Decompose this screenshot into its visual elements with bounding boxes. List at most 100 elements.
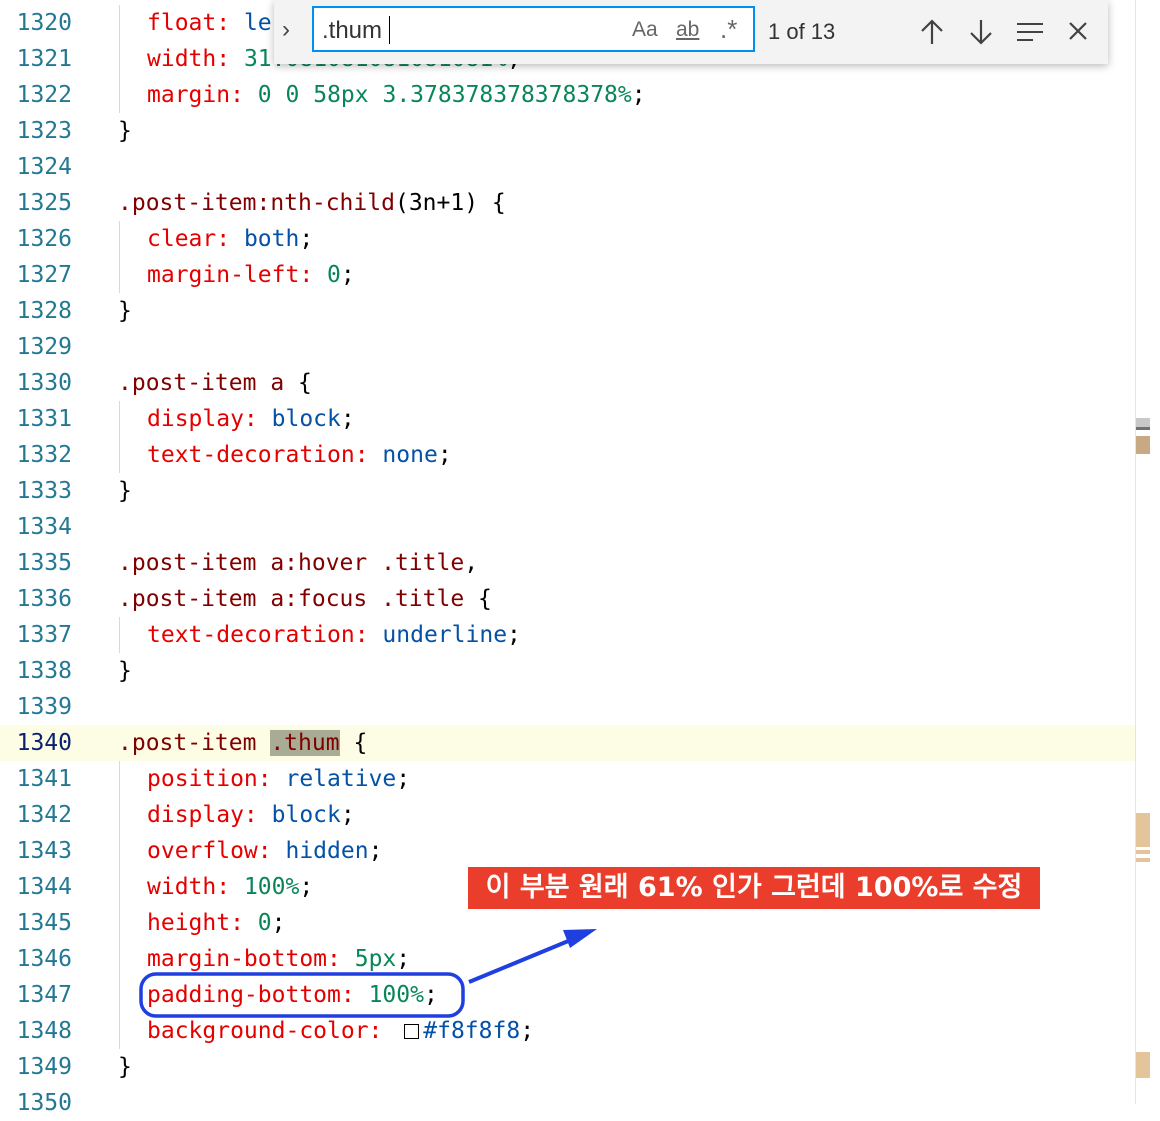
code-line[interactable]: 1330 .post-item a { bbox=[0, 365, 1135, 401]
line-number: 1325 bbox=[16, 190, 72, 216]
code-line[interactable]: 1332 text-decoration: none; bbox=[0, 437, 1135, 473]
scrollbar-match-marker bbox=[1136, 1052, 1150, 1078]
code-line[interactable]: 1337 text-decoration: underline; bbox=[0, 617, 1135, 653]
line-number: 1331 bbox=[16, 406, 72, 432]
code-line[interactable]: 1340 .post-item .thum { bbox=[0, 725, 1135, 761]
code-line[interactable]: 1323} bbox=[0, 113, 1135, 149]
previous-match-arrow-up-icon[interactable] bbox=[919, 18, 945, 46]
scrollbar-match-marker bbox=[1136, 436, 1150, 454]
close-icon[interactable] bbox=[1067, 20, 1089, 42]
code-text: .post-item:nth-child(3n+1) { bbox=[118, 190, 506, 216]
line-number: 1329 bbox=[16, 334, 72, 360]
code-line[interactable]: 1343 overflow: hidden; bbox=[0, 833, 1135, 869]
code-line[interactable]: 1329 bbox=[0, 329, 1135, 365]
line-number: 1333 bbox=[16, 478, 72, 504]
code-text: } bbox=[118, 1054, 132, 1080]
code-line[interactable]: 1345 height: 0; bbox=[0, 905, 1135, 941]
overview-ruler[interactable] bbox=[1135, 0, 1136, 1104]
code-line[interactable]: 1333} bbox=[0, 473, 1135, 509]
find-input[interactable]: .thum Aa ab .* bbox=[312, 6, 755, 52]
line-number: 1337 bbox=[16, 622, 72, 648]
line-number: 1327 bbox=[16, 262, 72, 288]
line-number: 1324 bbox=[16, 154, 72, 180]
code-text: position: relative; bbox=[147, 766, 411, 792]
annotation-callout: 이 부분 원래 61% 인가 그런데 100%로 수정 bbox=[468, 867, 1040, 909]
color-swatch[interactable] bbox=[404, 1024, 420, 1039]
line-number: 1330 bbox=[16, 370, 72, 396]
line-number: 1326 bbox=[16, 226, 72, 252]
line-number: 1339 bbox=[16, 694, 72, 720]
next-match-arrow-down-icon[interactable] bbox=[968, 18, 994, 46]
code-line[interactable]: 1339 bbox=[0, 689, 1135, 725]
code-line[interactable]: 1336 .post-item a:focus .title { bbox=[0, 581, 1135, 617]
code-line[interactable]: 1349} bbox=[0, 1049, 1135, 1085]
code-line[interactable]: 1342 display: block; bbox=[0, 797, 1135, 833]
find-match-highlight: .thum bbox=[270, 730, 340, 756]
code-line[interactable]: 1327 margin-left: 0; bbox=[0, 257, 1135, 293]
line-number: 1338 bbox=[16, 658, 72, 684]
code-line[interactable]: 1346 margin-bottom: 5px; bbox=[0, 941, 1135, 977]
code-text: float: le bbox=[147, 10, 272, 36]
line-number: 1350 bbox=[16, 1090, 72, 1116]
line-number: 1334 bbox=[16, 514, 72, 540]
indent-guide bbox=[119, 761, 120, 1049]
code-line[interactable]: 1334 bbox=[0, 509, 1135, 545]
code-text: } bbox=[118, 118, 132, 144]
code-text: overflow: hidden; bbox=[147, 838, 383, 864]
find-in-selection-icon[interactable] bbox=[1015, 20, 1045, 44]
code-line[interactable]: 1326 clear: both; bbox=[0, 221, 1135, 257]
code-text: display: block; bbox=[147, 802, 355, 828]
indent-guide bbox=[119, 5, 120, 113]
code-text: height: 0; bbox=[147, 910, 286, 936]
indent-guide bbox=[119, 617, 120, 653]
line-number: 1348 bbox=[16, 1018, 72, 1044]
code-editor[interactable]: 1320float: le1321width: 31.0810810810810… bbox=[0, 0, 1160, 1116]
code-text: margin-bottom: 5px; bbox=[147, 946, 411, 972]
match-whole-word-button[interactable]: ab bbox=[676, 18, 699, 42]
line-number: 1323 bbox=[16, 118, 72, 144]
code-text: .post-item .thum { bbox=[118, 730, 368, 756]
code-text: } bbox=[118, 478, 132, 504]
code-line[interactable]: 1322 margin: 0 0 58px 3.378378378378378%; bbox=[0, 77, 1135, 113]
code-text: text-decoration: none; bbox=[147, 442, 452, 468]
code-line[interactable]: 1350 bbox=[0, 1085, 1135, 1121]
match-case-button[interactable]: Aa bbox=[632, 18, 658, 42]
line-number: 1335 bbox=[16, 550, 72, 576]
line-number: 1344 bbox=[16, 874, 72, 900]
match-count: 1 of 13 bbox=[768, 19, 836, 44]
use-regex-button[interactable]: .* bbox=[720, 14, 737, 45]
code-text: } bbox=[118, 658, 132, 684]
code-line[interactable]: 1331 display: block; bbox=[0, 401, 1135, 437]
code-line[interactable]: 1341 position: relative; bbox=[0, 761, 1135, 797]
code-text: margin: 0 0 58px 3.378378378378378%; bbox=[147, 82, 646, 108]
line-number: 1343 bbox=[16, 838, 72, 864]
code-line[interactable]: 1338} bbox=[0, 653, 1135, 689]
code-text: display: block; bbox=[147, 406, 355, 432]
code-line[interactable]: 1348 background-color: #f8f8f8; bbox=[0, 1013, 1135, 1049]
line-number: 1345 bbox=[16, 910, 72, 936]
code-line[interactable]: 1324 bbox=[0, 149, 1135, 185]
code-line[interactable]: 1325 .post-item:nth-child(3n+1) { bbox=[0, 185, 1135, 221]
code-line[interactable]: 1328} bbox=[0, 293, 1135, 329]
code-text: .post-item a:focus .title { bbox=[118, 586, 492, 612]
code-text: background-color: #f8f8f8; bbox=[147, 1018, 535, 1044]
indent-guide bbox=[119, 401, 120, 473]
toggle-replace-chevron-icon[interactable]: › bbox=[282, 16, 290, 44]
find-widget: › .thum Aa ab .* 1 of 13 bbox=[274, 0, 1108, 64]
code-text: margin-left: 0; bbox=[147, 262, 355, 288]
scrollbar-match-marker bbox=[1136, 813, 1150, 847]
line-number: 1349 bbox=[16, 1054, 72, 1080]
code-text: text-decoration: underline; bbox=[147, 622, 521, 648]
text-caret bbox=[389, 16, 390, 44]
line-number: 1322 bbox=[16, 82, 72, 108]
code-text: .post-item a { bbox=[118, 370, 312, 396]
line-number: 1341 bbox=[16, 766, 72, 792]
code-line[interactable]: 1347 padding-bottom: 100%; bbox=[0, 977, 1135, 1013]
scrollbar-match-marker bbox=[1136, 427, 1150, 430]
code-text: } bbox=[118, 298, 132, 324]
code-text: padding-bottom: 100%; bbox=[147, 982, 438, 1008]
indent-guide bbox=[119, 221, 120, 293]
line-number: 1328 bbox=[16, 298, 72, 324]
code-line[interactable]: 1335 .post-item a:hover .title, bbox=[0, 545, 1135, 581]
line-number: 1346 bbox=[16, 946, 72, 972]
